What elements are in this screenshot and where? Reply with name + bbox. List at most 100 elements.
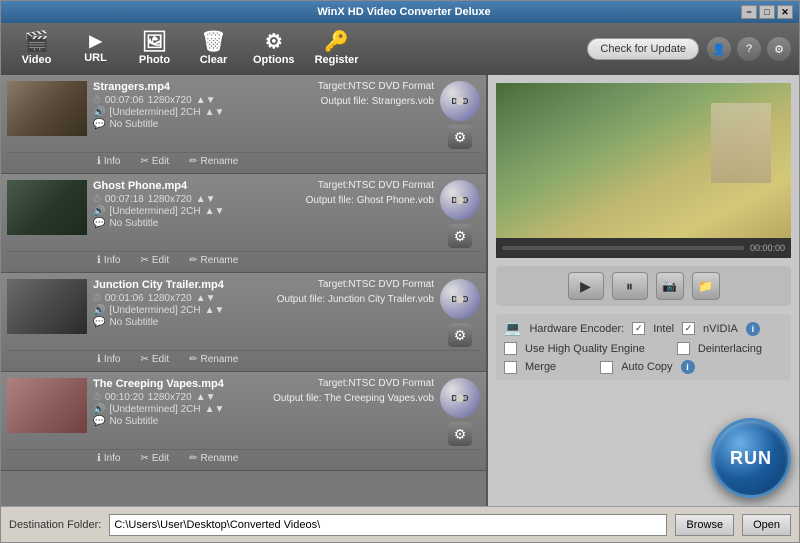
file-actions: ℹ Info ✂ Edit ✏ Rename: [7, 350, 480, 369]
dvd-controls: DVD ⚙: [440, 81, 480, 149]
list-item[interactable]: Ghost Phone.mp4 ⏱ 00:07:18 1280x720 ▲▼ 🔊…: [1, 174, 486, 273]
destination-input[interactable]: [109, 514, 667, 536]
options-button[interactable]: ⚙ Options: [245, 27, 303, 71]
sort-arrows[interactable]: ▲▼: [196, 293, 216, 304]
list-item[interactable]: The Creeping Vapes.mp4 ⏱ 00:10:20 1280x7…: [1, 372, 486, 471]
hw-info-icon[interactable]: i: [746, 322, 760, 336]
audio-sort-arrows[interactable]: ▲▼: [205, 107, 225, 118]
deinterlacing-label: Deinterlacing: [698, 343, 762, 355]
toolbar-right: Check for Update 👤 ? ⚙: [587, 37, 791, 61]
nvidia-label: nVIDIA: [703, 323, 738, 335]
audio-sort-arrows[interactable]: ▲▼: [205, 305, 225, 316]
rename-button[interactable]: ✏ Rename: [189, 354, 238, 365]
close-button[interactable]: ✕: [777, 5, 793, 19]
file-target: Target:NTSC DVD Format Output file: The …: [273, 378, 434, 404]
open-button[interactable]: Open: [742, 514, 791, 536]
audio-sort-arrows[interactable]: ▲▼: [205, 404, 225, 415]
trash-icon: 🗑: [201, 32, 226, 52]
merge-checkbox[interactable]: [504, 361, 517, 374]
file-name: Strangers.mp4: [93, 81, 288, 93]
scissors-icon: ✂: [141, 255, 149, 266]
photo-icon: 🖼: [142, 32, 167, 52]
check-update-button[interactable]: Check for Update: [587, 38, 699, 60]
register-button[interactable]: 🔑 Register: [307, 27, 367, 71]
run-button[interactable]: RUN: [711, 418, 791, 498]
rename-button[interactable]: ✏ Rename: [189, 255, 238, 266]
hw-encoder-label: Hardware Encoder:: [529, 323, 624, 335]
browse-button[interactable]: Browse: [675, 514, 734, 536]
clear-button[interactable]: 🗑 Clear: [186, 27, 241, 71]
list-item[interactable]: Strangers.mp4 ⏱ 00:07:06 1280x720 ▲▼ 🔊 […: [1, 75, 486, 174]
hw-encoder-row: 💻 Hardware Encoder: Intel nVIDIA i: [504, 320, 783, 337]
pause-button[interactable]: ⏸: [612, 272, 648, 300]
file-duration: ⏱ 00:07:18 1280x720 ▲▼: [93, 194, 288, 205]
edit-button[interactable]: ✂ Edit: [141, 255, 170, 266]
auto-copy-checkbox[interactable]: [600, 361, 613, 374]
folder-button[interactable]: 📁: [692, 272, 720, 300]
dvd-icon: DVD: [440, 81, 480, 121]
main-content: Strangers.mp4 ⏱ 00:07:06 1280x720 ▲▼ 🔊 […: [1, 75, 799, 506]
gear-button[interactable]: ⚙: [448, 224, 472, 248]
video-button[interactable]: 🎬 Video: [9, 27, 64, 71]
gear-button[interactable]: ⚙: [448, 125, 472, 149]
photo-button[interactable]: 🖼 Photo: [127, 27, 182, 71]
video-timeline: 00:00:00: [496, 238, 791, 258]
gear-button[interactable]: ⚙: [448, 323, 472, 347]
edit-button[interactable]: ✂ Edit: [141, 453, 170, 464]
info-button[interactable]: ℹ Info: [97, 354, 121, 365]
window-controls: − □ ✕: [741, 5, 793, 19]
file-subtitle: 💬 No Subtitle: [93, 119, 288, 130]
quality-label: Use High Quality Engine: [525, 343, 645, 355]
audio-sort-arrows[interactable]: ▲▼: [205, 206, 225, 217]
quality-checkbox[interactable]: [504, 342, 517, 355]
edit-button[interactable]: ✂ Edit: [141, 354, 170, 365]
file-subtitle: 💬 No Subtitle: [93, 317, 271, 328]
file-item-header: Junction City Trailer.mp4 ⏱ 00:01:06 128…: [7, 279, 480, 347]
dvd-icon: DVD: [440, 378, 480, 418]
info-button[interactable]: ℹ Info: [97, 156, 121, 167]
file-info: Ghost Phone.mp4 ⏱ 00:07:18 1280x720 ▲▼ 🔊…: [93, 180, 288, 230]
url-button[interactable]: ▶ URL: [68, 27, 123, 71]
info-button[interactable]: ℹ Info: [97, 453, 121, 464]
file-actions: ℹ Info ✂ Edit ✏ Rename: [7, 152, 480, 171]
merge-label: Merge: [525, 361, 556, 373]
file-thumbnail: [7, 378, 87, 433]
intel-checkbox[interactable]: [632, 322, 645, 335]
settings-icon-btn[interactable]: ⚙: [767, 37, 791, 61]
minimize-button[interactable]: −: [741, 5, 757, 19]
file-duration: ⏱ 00:07:06 1280x720 ▲▼: [93, 95, 288, 106]
file-duration: ⏱ 00:10:20 1280x720 ▲▼: [93, 392, 267, 403]
sort-arrows[interactable]: ▲▼: [196, 95, 216, 106]
nvidia-checkbox[interactable]: [682, 322, 695, 335]
file-audio: 🔊 [Undetermined] 2CH ▲▼: [93, 404, 267, 415]
scissors-icon: ✂: [141, 453, 149, 464]
destination-label: Destination Folder:: [9, 519, 101, 531]
rename-button[interactable]: ✏ Rename: [189, 156, 238, 167]
rename-button[interactable]: ✏ Rename: [189, 453, 238, 464]
file-name: Ghost Phone.mp4: [93, 180, 288, 192]
auto-copy-info-icon[interactable]: i: [681, 360, 695, 374]
maximize-button[interactable]: □: [759, 5, 775, 19]
dvd-icon: DVD: [440, 279, 480, 319]
edit-button[interactable]: ✂ Edit: [141, 156, 170, 167]
toolbar: 🎬 Video ▶ URL 🖼 Photo 🗑 Clear ⚙ Options …: [1, 23, 799, 75]
help-icon-btn[interactable]: ?: [737, 37, 761, 61]
user-icon[interactable]: 👤: [707, 37, 731, 61]
video-preview: 00:00:00: [496, 83, 791, 258]
intel-label: Intel: [653, 323, 674, 335]
screenshot-button[interactable]: 📷: [656, 272, 684, 300]
file-info: The Creeping Vapes.mp4 ⏱ 00:10:20 1280x7…: [93, 378, 267, 428]
sort-arrows[interactable]: ▲▼: [196, 392, 216, 403]
sort-arrows[interactable]: ▲▼: [196, 194, 216, 205]
play-button[interactable]: ▶: [568, 272, 604, 300]
timeline-bar[interactable]: [502, 246, 744, 250]
file-subtitle: 💬 No Subtitle: [93, 416, 267, 427]
deinterlacing-checkbox[interactable]: [677, 342, 690, 355]
list-item[interactable]: Junction City Trailer.mp4 ⏱ 00:01:06 128…: [1, 273, 486, 372]
gear-button[interactable]: ⚙: [448, 422, 472, 446]
audio-icon: 🔊: [93, 107, 105, 118]
audio-icon: 🔊: [93, 206, 105, 217]
main-window: WinX HD Video Converter Deluxe − □ ✕ 🎬 V…: [0, 0, 800, 543]
preview-image: [496, 83, 791, 238]
info-button[interactable]: ℹ Info: [97, 255, 121, 266]
